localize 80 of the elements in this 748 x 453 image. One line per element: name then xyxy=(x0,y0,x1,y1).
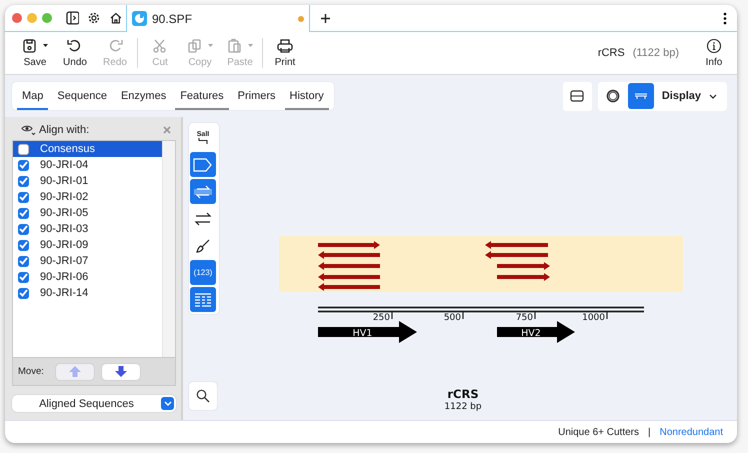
linear-view-button[interactable] xyxy=(628,83,654,109)
scrollbar-track[interactable] xyxy=(162,141,175,357)
sequence-list-item[interactable]: 90-JRI-03 xyxy=(13,221,162,237)
table-tool-button[interactable] xyxy=(190,287,216,312)
print-icon xyxy=(275,38,295,54)
settings-icon[interactable] xyxy=(87,11,102,25)
chevron-down-icon xyxy=(164,401,172,406)
ruler-tick-label: 250 xyxy=(372,313,390,323)
table-icon xyxy=(194,292,212,308)
feature-tool-button[interactable] xyxy=(190,152,216,177)
checkbox[interactable] xyxy=(18,224,29,234)
checkbox[interactable] xyxy=(18,208,29,218)
document-tab[interactable]: 90.SPF xyxy=(126,5,310,32)
home-icon[interactable] xyxy=(109,11,124,25)
checkbox[interactable] xyxy=(18,144,29,154)
sequence-list-item[interactable]: 90-JRI-04 xyxy=(13,157,162,173)
linear-map-icon xyxy=(634,92,648,100)
toolbar-button[interactable]: Print xyxy=(265,38,305,68)
sidebar-toggle-icon[interactable] xyxy=(66,11,80,25)
sequence-list-item[interactable]: 90-JRI-06 xyxy=(13,269,162,285)
feature-arrow-icon xyxy=(193,158,213,172)
primer-tool-button[interactable] xyxy=(190,179,216,204)
primer-arrows-icon xyxy=(193,184,213,200)
sequence-list-item[interactable]: Consensus xyxy=(13,141,162,157)
tab[interactable]: History xyxy=(284,82,329,110)
brush-icon xyxy=(195,238,211,254)
numbers-tool-button[interactable]: (123) xyxy=(190,260,216,285)
sequence-length: (1122 bp) xyxy=(632,47,679,59)
down-arrow-icon xyxy=(114,366,127,377)
info-icon xyxy=(706,38,722,54)
sequence-name: rCRS xyxy=(598,47,625,59)
sequence-list-item[interactable]: 90-JRI-01 xyxy=(13,173,162,189)
toolbar-button[interactable]: Save xyxy=(15,38,55,68)
circle-icon xyxy=(606,89,620,103)
move-down-button[interactable] xyxy=(102,364,140,380)
chevron-down-icon xyxy=(709,94,717,98)
ruler-tick-label: 1000 xyxy=(582,313,605,323)
more-menu-icon[interactable] xyxy=(723,12,727,24)
tab[interactable]: Sequence xyxy=(52,82,112,110)
info-button[interactable]: Info xyxy=(699,38,729,68)
search-icon xyxy=(196,389,210,403)
sequence-list-item[interactable]: 90-JRI-07 xyxy=(13,253,162,269)
toolbar-button[interactable]: Undo xyxy=(55,38,95,68)
sequence-list-item[interactable]: 90-JRI-09 xyxy=(13,237,162,253)
enzyme-set-label: Unique 6+ Cutters xyxy=(558,426,639,438)
map-title: rCRS xyxy=(447,387,479,401)
eye-icon[interactable] xyxy=(21,124,36,136)
checkbox[interactable] xyxy=(18,176,29,186)
status-separator: | xyxy=(648,426,651,438)
search-button[interactable] xyxy=(189,382,217,410)
cut-site-icon xyxy=(198,138,208,144)
layout-button[interactable] xyxy=(562,82,592,110)
checkbox[interactable] xyxy=(18,192,29,202)
sequence-list-item[interactable]: 90-JRI-02 xyxy=(13,189,162,205)
checkbox[interactable] xyxy=(18,240,29,250)
tab[interactable]: Features xyxy=(175,82,229,110)
move-label: Move: xyxy=(18,366,44,377)
checkbox[interactable] xyxy=(18,160,29,170)
tab[interactable]: Enzymes xyxy=(116,82,172,110)
feature-arrow[interactable]: HV1 xyxy=(318,321,417,343)
map-length: 1122 bp xyxy=(444,402,482,412)
swap-arrows-icon xyxy=(194,212,212,226)
checkbox[interactable] xyxy=(18,272,29,282)
layout-icon xyxy=(570,90,584,102)
nonredundant-link[interactable]: Nonredundant xyxy=(660,426,723,438)
checkbox[interactable] xyxy=(18,256,29,266)
checkbox[interactable] xyxy=(18,288,29,298)
tab[interactable]: Primers xyxy=(232,82,281,110)
new-tab-icon[interactable] xyxy=(320,12,331,24)
feature-arrow[interactable]: HV2 xyxy=(497,321,575,343)
app-icon xyxy=(132,11,147,26)
panel-title: Align with: xyxy=(39,124,90,136)
sequence-list-item[interactable]: 90-JRI-14 xyxy=(13,285,162,301)
ruler-tick-label: 500 xyxy=(444,313,461,323)
tab[interactable]: Map xyxy=(17,82,48,110)
close-window-button[interactable] xyxy=(12,13,22,23)
up-arrow-icon xyxy=(68,366,81,377)
sequence-list-item[interactable]: 90-JRI-05 xyxy=(13,205,162,221)
aligned-sequences-dropdown[interactable]: Aligned Sequences xyxy=(12,395,176,412)
ruler-tick-label: 750 xyxy=(516,313,533,323)
